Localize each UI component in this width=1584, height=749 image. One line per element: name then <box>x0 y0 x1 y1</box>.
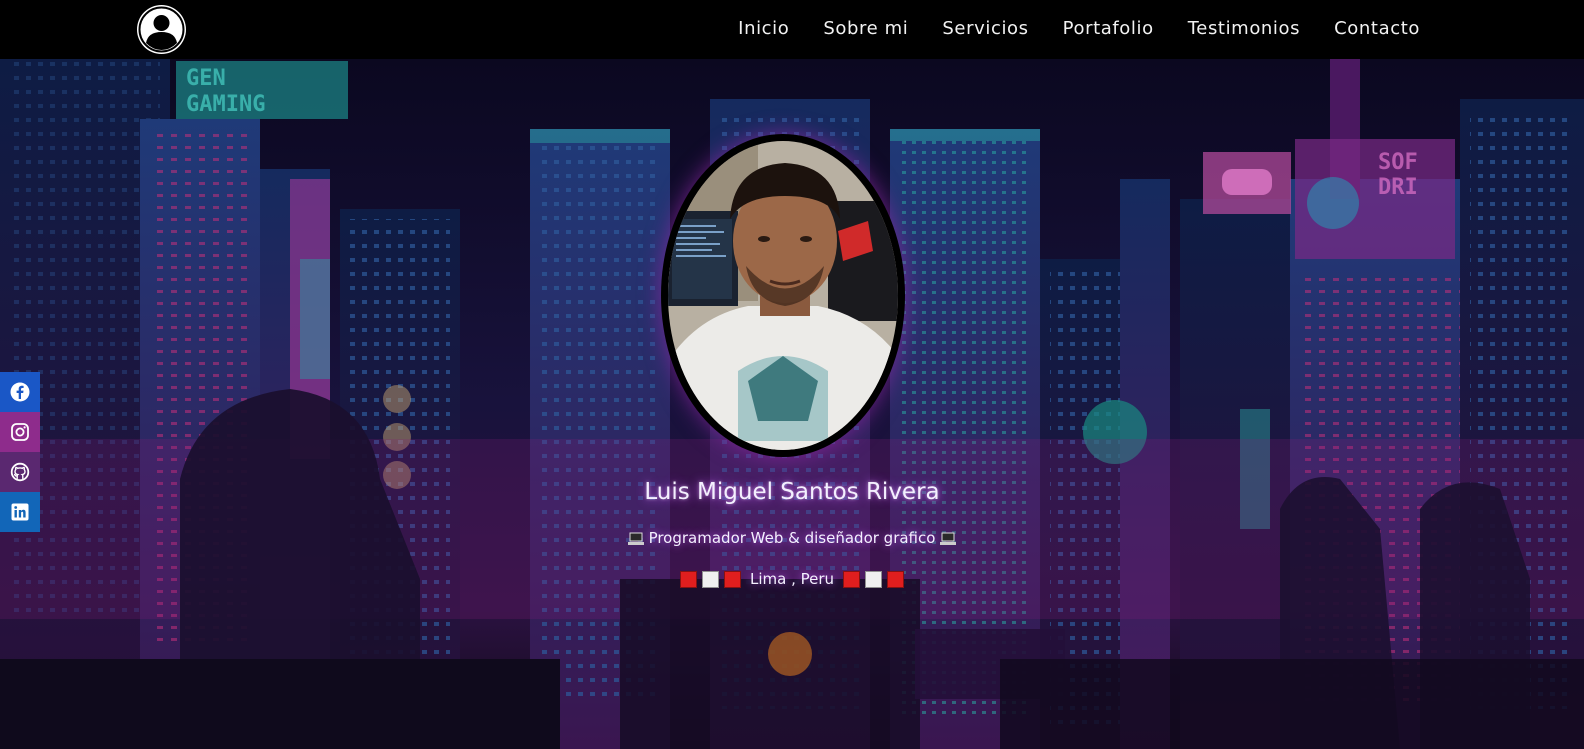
profile-location: Lima , Peru <box>749 570 835 588</box>
profile-photo-frame <box>661 134 905 457</box>
laptop-icon <box>940 532 957 545</box>
page: GEN GAMING SOF DRI Inicio Sobre mi Servi… <box>0 0 1584 749</box>
nav-link-servicios[interactable]: Servicios <box>942 18 1028 39</box>
social-sidebar <box>0 372 40 532</box>
flag-white-square-icon <box>701 570 719 588</box>
sof-sign-text: SOF <box>1378 150 1418 175</box>
profile-subtitle-row: Programador Web & diseñador grafico <box>0 529 1584 547</box>
navbar: Inicio Sobre mi Servicios Portafolio Tes… <box>0 0 1584 59</box>
nav-link-sobre-mi[interactable]: Sobre mi <box>823 18 908 39</box>
nav-link-inicio[interactable]: Inicio <box>738 18 789 39</box>
flag-red-square-icon <box>887 570 905 588</box>
linkedin-icon <box>11 503 29 521</box>
flag-red-square-icon <box>843 570 861 588</box>
facebook-link[interactable] <box>0 372 40 412</box>
instagram-link[interactable] <box>0 412 40 452</box>
facebook-icon <box>10 382 30 402</box>
gaming-sign-text: GAMING <box>186 92 265 117</box>
flag-red-square-icon <box>679 570 697 588</box>
nav-link-contacto[interactable]: Contacto <box>1334 18 1420 39</box>
flag-red-square-icon <box>723 570 741 588</box>
nav-link-testimonios[interactable]: Testimonios <box>1188 18 1300 39</box>
dri-sign-text: DRI <box>1378 175 1418 200</box>
instagram-icon <box>11 423 29 441</box>
gen-sign-text: GEN <box>186 66 226 91</box>
profile-photo <box>668 141 898 450</box>
github-icon <box>10 462 30 482</box>
flag-white-square-icon <box>865 570 883 588</box>
logo-user-icon[interactable] <box>137 5 186 54</box>
linkedin-link[interactable] <box>0 492 40 532</box>
profile-location-row: Lima , Peru <box>0 570 1584 588</box>
profile-name: Luis Miguel Santos Rivera <box>644 479 940 505</box>
profile-subtitle: Programador Web & diseñador grafico <box>648 529 936 547</box>
laptop-icon <box>627 532 644 545</box>
nav-menu: Inicio Sobre mi Servicios Portafolio Tes… <box>738 18 1420 39</box>
github-link[interactable] <box>0 452 40 492</box>
nav-link-portafolio[interactable]: Portafolio <box>1063 18 1154 39</box>
